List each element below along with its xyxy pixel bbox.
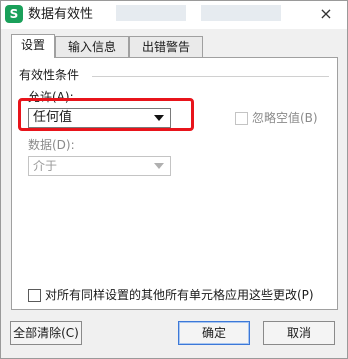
ok-button[interactable]: 确定 (178, 321, 250, 345)
settings-panel: 有效性条件 允许(A): 任何值 忽略空值(B) 数据(D): 介于 对所有同样… (11, 57, 338, 310)
title-bar[interactable]: S 数据有效性 × (1, 1, 347, 29)
allow-label: 允许(A): (28, 90, 74, 104)
cancel-button[interactable]: 取消 (263, 321, 335, 345)
validation-criteria-title: 有效性条件 (19, 67, 84, 83)
group-divider (92, 76, 329, 77)
apply-all-label: 对所有同样设置的其他所有单元格应用这些更改(P) (45, 288, 314, 302)
close-icon[interactable]: × (313, 3, 339, 25)
ignore-blank-label: 忽略空值(B) (252, 111, 318, 125)
tab-settings[interactable]: 设置 (11, 34, 55, 58)
blurred-background (116, 5, 186, 21)
apply-all-checkbox[interactable] (28, 289, 41, 302)
tab-error-alert[interactable]: 出错警告 (129, 36, 203, 57)
dropdown-arrow-icon (154, 163, 164, 169)
wps-spreadsheet-icon: S (5, 5, 23, 23)
clear-all-button[interactable]: 全部清除(C) (10, 321, 82, 345)
dropdown-arrow-icon (154, 115, 164, 121)
data-select[interactable]: 介于 (28, 156, 171, 176)
data-select-value: 介于 (33, 159, 58, 173)
blurred-background (201, 5, 281, 21)
data-label: 数据(D): (28, 138, 75, 152)
dialog-title: 数据有效性 (28, 7, 94, 22)
tab-input-message[interactable]: 输入信息 (55, 36, 129, 57)
allow-select[interactable]: 任何值 (28, 108, 171, 128)
data-validation-dialog: S 数据有效性 × 设置 输入信息 出错警告 有效性条件 允许(A): 任何值 … (0, 0, 348, 359)
allow-select-value: 任何值 (33, 110, 73, 125)
ignore-blank-checkbox[interactable] (235, 112, 248, 125)
